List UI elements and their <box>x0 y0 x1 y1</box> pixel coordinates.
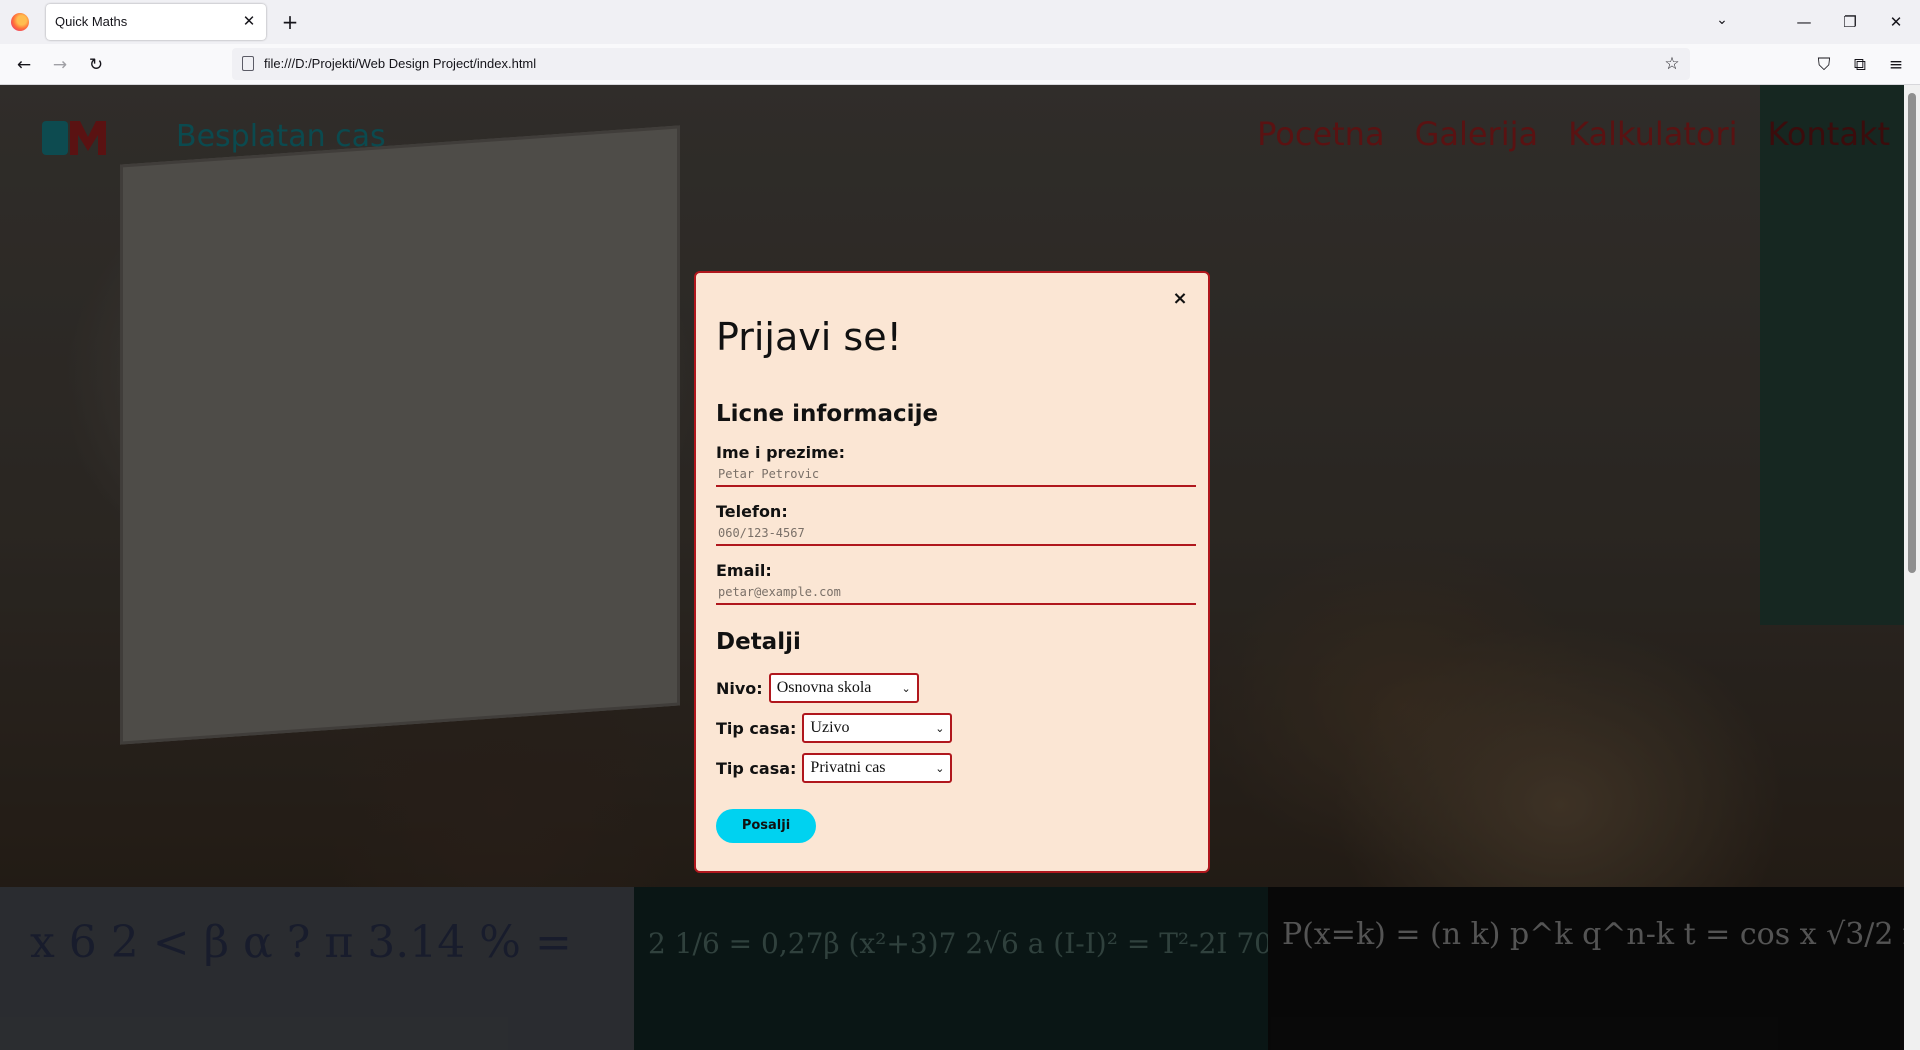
modal-title: Prijavi se! <box>716 315 902 359</box>
pocket-icon[interactable]: ⛉ <box>1812 53 1836 77</box>
plus-icon[interactable]: + <box>280 10 300 34</box>
section-personal-info: Licne informacije <box>716 401 939 427</box>
submit-button[interactable]: Posalji <box>716 809 816 843</box>
lesson-type-row: Tip casa: Uzivo ⌄ <box>716 713 953 743</box>
nav-kalkulatori[interactable]: Kalkulatori <box>1568 115 1737 153</box>
forward-icon[interactable]: → <box>48 53 72 77</box>
email-label: Email: <box>716 561 772 580</box>
menu-icon[interactable]: ≡ <box>1884 53 1908 77</box>
nav-pocetna[interactable]: Pocetna <box>1257 115 1384 153</box>
level-label: Nivo: <box>716 678 763 698</box>
back-icon[interactable]: ← <box>12 53 36 77</box>
chevron-down-icon: ⌄ <box>935 721 945 735</box>
lesson-type-select[interactable]: Uzivo ⌄ <box>802 713 953 743</box>
tab-title: Quick Maths <box>55 14 128 29</box>
nav-galerija[interactable]: Galerija <box>1415 115 1539 153</box>
close-window-icon[interactable]: ✕ <box>1884 10 1908 34</box>
close-icon[interactable]: ✕ <box>240 12 258 30</box>
url-text[interactable]: file:///D:/Projekti/Web Design Project/i… <box>264 56 536 71</box>
url-bar[interactable]: file:///D:/Projekti/Web Design Project/i… <box>232 48 1690 80</box>
tab-quick-maths[interactable]: Quick Maths ✕ <box>46 4 266 40</box>
name-input[interactable] <box>716 463 1196 487</box>
lesson-type-2-value: Privatni cas <box>810 759 886 776</box>
minimize-icon[interactable]: — <box>1792 10 1816 34</box>
page-viewport: x 6 2 < β α ? π 3.14 % = 2 1/6 = 0,27β (… <box>0 85 1920 1050</box>
free-lesson-link[interactable]: Besplatan cas <box>176 119 386 154</box>
level-select-value: Osnovna skola <box>776 679 872 696</box>
chevron-down-icon[interactable]: ⌄ <box>1712 12 1732 32</box>
site-nav: Pocetna Galerija Kalkulatori Kontakt <box>1257 115 1890 153</box>
browser-tab-bar: Quick Maths ✕ + ⌄ — ❐ ✕ <box>0 0 1920 44</box>
lesson-type-2-select[interactable]: Privatni cas ⌄ <box>802 753 953 783</box>
lesson-type-label: Tip casa: <box>716 718 797 738</box>
email-input[interactable] <box>716 581 1196 605</box>
firefox-icon[interactable] <box>11 13 29 31</box>
level-row: Nivo: Osnovna skola ⌄ <box>716 673 919 703</box>
page-icon <box>242 56 254 71</box>
phone-input[interactable] <box>716 522 1196 546</box>
level-select[interactable]: Osnovna skola ⌄ <box>768 673 919 703</box>
lesson-type-2-label: Tip casa: <box>716 758 797 778</box>
browser-nav-bar: ← → ↻ file:///D:/Projekti/Web Design Pro… <box>0 44 1920 85</box>
close-icon[interactable]: × <box>1170 289 1190 309</box>
section-details: Detalji <box>716 629 801 655</box>
name-label: Ime i prezime: <box>716 443 846 462</box>
chevron-down-icon: ⌄ <box>901 681 911 695</box>
nav-kontakt[interactable]: Kontakt <box>1768 115 1890 153</box>
phone-label: Telefon: <box>716 502 788 521</box>
chevron-down-icon: ⌄ <box>935 761 945 775</box>
reload-icon[interactable]: ↻ <box>84 53 108 77</box>
extensions-icon[interactable]: ⧉ <box>1848 53 1872 77</box>
quick-maths-logo[interactable] <box>40 117 106 159</box>
lesson-type-2-row: Tip casa: Privatni cas ⌄ <box>716 753 953 783</box>
restore-icon[interactable]: ❐ <box>1838 10 1862 34</box>
signup-modal: × Prijavi se! Licne informacije Ime i pr… <box>694 271 1210 873</box>
lesson-type-value: Uzivo <box>810 719 850 736</box>
star-icon[interactable]: ☆ <box>1660 52 1684 76</box>
scrollbar-thumb[interactable] <box>1908 93 1916 573</box>
scrollbar[interactable] <box>1904 85 1920 1050</box>
